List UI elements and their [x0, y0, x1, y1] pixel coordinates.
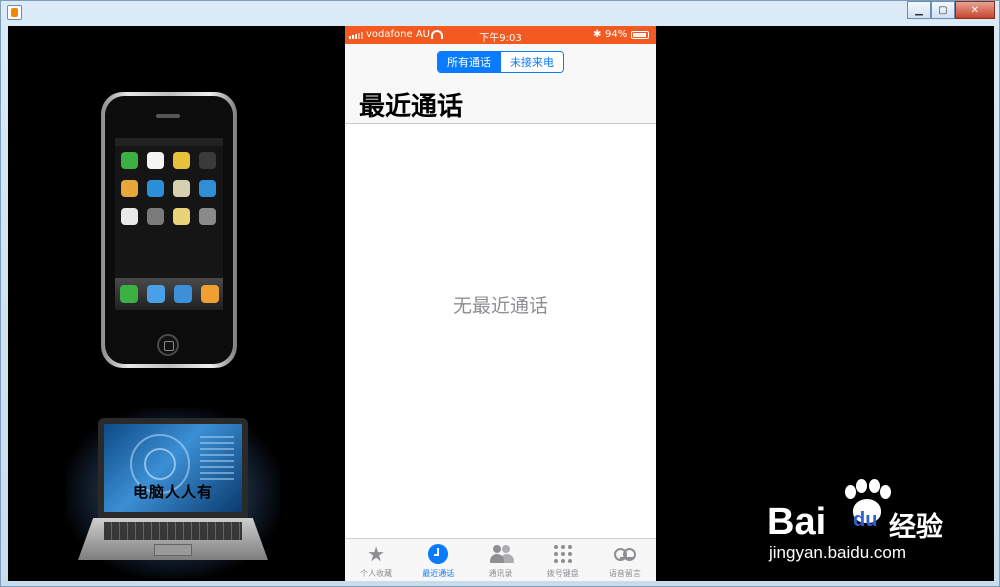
app-icon[interactable] [7, 5, 22, 20]
status-bar: vodafone AU 下午9:03 ✱ 94% [345, 26, 656, 44]
segment-all-calls[interactable]: 所有通话 [438, 52, 500, 72]
minimize-icon: ▁ [915, 4, 923, 16]
segmented-control: 所有通话 未接来电 [437, 51, 564, 73]
tab-voicemail[interactable]: 语音留言 [594, 539, 656, 581]
home-button-illustration [157, 334, 179, 356]
battery-percent: 94% [605, 29, 628, 40]
watermark-jingyan: 经验 [889, 512, 943, 543]
segment-missed-calls[interactable]: 未接来电 [500, 52, 563, 72]
voicemail-icon [613, 548, 636, 561]
tab-favorites[interactable]: ★ 个人收藏 [345, 539, 407, 581]
title-bar[interactable]: ▁ ▢ ✕ [1, 1, 1000, 25]
contacts-icon [489, 544, 514, 564]
watermark-url: jingyan.baidu.com [769, 543, 907, 562]
tab-contacts[interactable]: 通讯录 [469, 539, 531, 581]
baidu-watermark: Bai du 经验 jingyan.baidu.com [761, 479, 981, 569]
iphone-image [101, 92, 237, 368]
close-button[interactable]: ✕ [954, 1, 995, 19]
navigation-bar: 所有通话 未接来电 最近通话 [345, 44, 656, 124]
clock-icon [428, 544, 449, 564]
tab-recents[interactable]: 最近通话 [407, 539, 469, 581]
empty-state-message: 无最近通话 [452, 295, 548, 317]
window-controls: ▁ ▢ ✕ [907, 1, 995, 19]
minimize-button[interactable]: ▁ [907, 1, 931, 19]
tab-label: 语音留言 [608, 569, 641, 578]
tab-label: 最近通话 [422, 569, 455, 578]
watermark-du: du [853, 509, 878, 531]
tab-label: 通讯录 [488, 569, 513, 578]
tab-label: 拨号键盘 [546, 569, 579, 578]
page-title: 最近通话 [359, 92, 464, 122]
tab-label: 个人收藏 [360, 569, 393, 578]
star-icon: ★ [367, 542, 386, 566]
player-window: ▁ ▢ ✕ 电脑人人有 vodafone AU 下午9:03 ✱ 94% 所有通… [0, 0, 1000, 587]
maximize-icon: ▢ [938, 4, 948, 16]
battery-icon [631, 31, 649, 39]
tab-bar: ★ 个人收藏 最近通话 通讯录 拨号键盘 语音留言 [345, 538, 656, 581]
laptop-caption: 电脑人人有 [132, 483, 213, 501]
laptop-image: 电脑人人有 [66, 408, 280, 578]
maximize-button[interactable]: ▢ [930, 1, 955, 19]
bluetooth-icon: ✱ [593, 29, 602, 40]
tab-keypad[interactable]: 拨号键盘 [532, 539, 594, 581]
close-icon: ✕ [970, 4, 980, 16]
phone-screen: vodafone AU 下午9:03 ✱ 94% 所有通话 未接来电 最近通话 … [345, 26, 656, 581]
watermark-bai: Bai [767, 501, 827, 543]
keypad-icon [553, 545, 572, 563]
